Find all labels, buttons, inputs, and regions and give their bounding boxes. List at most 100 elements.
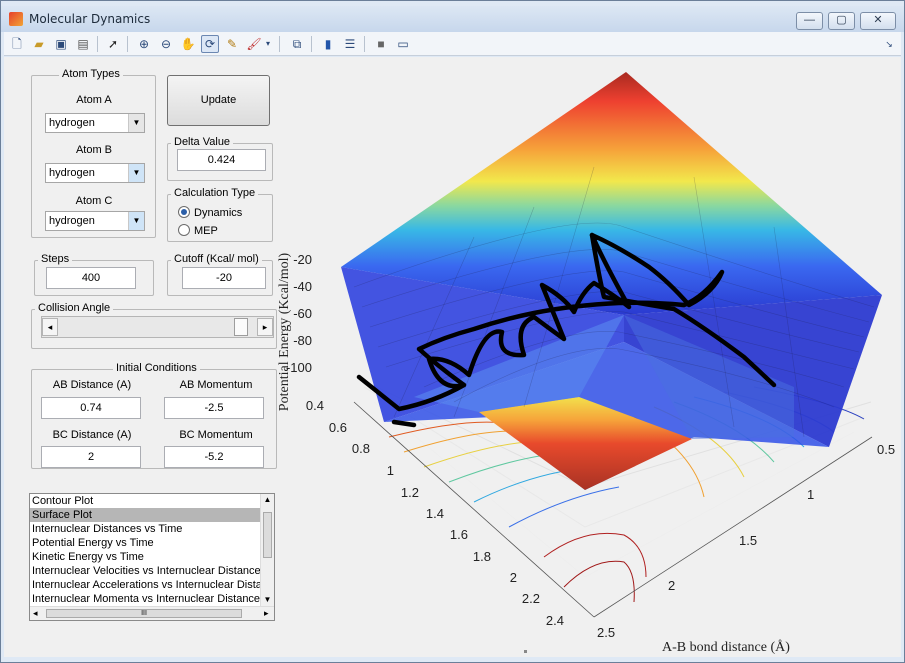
x-tick-label: 2 <box>668 578 675 593</box>
y-tick-label: 0.6 <box>329 420 347 435</box>
data-cursor-icon[interactable]: ✎ <box>223 35 241 53</box>
minimize-button[interactable]: — <box>796 12 823 30</box>
x-axis: 0.5 1 1.5 2 2.5 A-B bond distance (Å) <box>593 436 895 655</box>
toolbar-separator <box>127 36 128 52</box>
window-title: Molecular Dynamics <box>29 12 151 26</box>
ab-momentum-label: AB Momentum <box>179 379 253 391</box>
new-file-icon[interactable]: 🗋 <box>8 35 26 53</box>
ab-distance-label: AB Distance (A) <box>52 379 132 391</box>
dock-arrow-icon[interactable]: ↘ <box>880 35 898 53</box>
save-icon[interactable]: ▣ <box>52 35 70 53</box>
y-tick-label: 2.2 <box>522 591 540 606</box>
y-tick-label: 1.2 <box>401 485 419 500</box>
bc-momentum-label: BC Momentum <box>179 429 253 441</box>
initial-conditions-title: Initial Conditions <box>113 362 200 374</box>
zoom-in-icon[interactable]: ⊕ <box>135 35 153 53</box>
scroll-down-icon[interactable]: ▼ <box>261 594 274 606</box>
toolbar-separator <box>311 36 312 52</box>
zoom-out-icon[interactable]: ⊖ <box>157 35 175 53</box>
slider-right-arrow-icon[interactable]: ▸ <box>257 318 273 336</box>
list-item[interactable]: Kinetic Energy vs Time <box>30 550 274 564</box>
z-tick-label: -40 <box>293 279 312 294</box>
atom-a-select[interactable]: hydrogen ▼ <box>45 113 145 133</box>
brush-dropdown-icon[interactable]: ▾ <box>263 35 273 53</box>
toolbar-separator <box>364 36 365 52</box>
surface-plot-axes[interactable]: -20 -40 -60 -80 -100 Potential Energy (K… <box>274 57 901 657</box>
bc-distance-label: BC Distance (A) <box>52 429 132 441</box>
chevron-down-icon: ▼ <box>128 114 144 132</box>
atom-types-title: Atom Types <box>59 68 123 80</box>
list-item[interactable]: Internuclear Accelerations vs Internucle… <box>30 578 274 592</box>
listbox-vertical-scrollbar[interactable]: ▲ ▼ <box>260 494 274 606</box>
bc-distance-input[interactable]: 2 <box>41 446 141 468</box>
scroll-thumb[interactable] <box>263 512 272 558</box>
cutoff-input[interactable]: -20 <box>182 267 266 289</box>
list-item[interactable]: Potential Energy vs Time <box>30 536 274 550</box>
colorbar-icon[interactable]: ▮ <box>319 35 337 53</box>
show-plot-tools-icon[interactable]: ▭ <box>394 35 412 53</box>
surface-plot-svg: -20 -40 -60 -80 -100 Potential Energy (K… <box>277 72 895 655</box>
atom-a-value: hydrogen <box>49 117 95 129</box>
y-tick-label: 1.6 <box>450 527 468 542</box>
toolbar-separator <box>279 36 280 52</box>
z-tick-label: -80 <box>293 333 312 348</box>
rotate-3d-icon[interactable]: ⟳ <box>201 35 219 53</box>
cutoff-title: Cutoff (Kcal/ mol) <box>171 253 262 265</box>
scroll-left-icon[interactable]: ◂ <box>33 607 38 620</box>
atom-a-label: Atom A <box>76 94 112 106</box>
radio-dynamics-label: Dynamics <box>194 207 243 219</box>
slider-left-arrow-icon[interactable]: ◂ <box>42 318 58 336</box>
slider-thumb[interactable] <box>233 318 248 336</box>
close-button[interactable]: ✕ <box>860 12 896 30</box>
list-item[interactable]: Internuclear Distances vs Time <box>30 522 274 536</box>
y-tick-label: 1 <box>387 463 394 478</box>
chevron-down-icon: ▼ <box>128 164 144 182</box>
list-item-selected[interactable]: Surface Plot <box>30 508 274 522</box>
radio-dynamics[interactable]: Dynamics <box>178 206 242 219</box>
z-tick-label: -60 <box>293 306 312 321</box>
toolbar-separator <box>97 36 98 52</box>
legend-icon[interactable]: ☰ <box>341 35 359 53</box>
calc-type-title: Calculation Type <box>171 187 259 199</box>
y-tick-label: 0.4 <box>306 398 324 413</box>
list-item[interactable]: Internuclear Momenta vs Internuclear Dis… <box>30 592 274 606</box>
scroll-right-icon[interactable]: ▸ <box>264 607 269 620</box>
steps-title: Steps <box>38 253 73 265</box>
open-folder-icon[interactable]: ▰ <box>30 35 48 53</box>
pointer-icon[interactable]: ➚ <box>104 35 122 53</box>
atom-c-select[interactable]: hydrogen ▼ <box>45 211 145 231</box>
x-tick-label: 1.5 <box>739 533 757 548</box>
atom-b-select[interactable]: hydrogen ▼ <box>45 163 145 183</box>
list-item[interactable]: Contour Plot <box>30 494 274 508</box>
atom-c-label: Atom C <box>75 195 113 207</box>
y-tick-label: 1.4 <box>426 506 444 521</box>
update-button[interactable]: Update <box>167 75 270 126</box>
figure-toolbar: 🗋 ▰ ▣ ▤ ➚ ⊕ ⊖ ✋ ⟳ ✎ 🖌 ▾ ⧉ ▮ ☰ ■ ▭ ↘ <box>4 32 901 56</box>
radio-selected-icon <box>178 206 190 218</box>
radio-mep[interactable]: MEP <box>178 224 218 237</box>
scroll-thumb-horizontal[interactable]: III <box>46 609 242 618</box>
hide-plot-tools-icon[interactable]: ■ <box>372 35 390 53</box>
maximize-button[interactable]: ▢ <box>828 12 855 30</box>
surface-mesh <box>341 72 882 490</box>
bc-momentum-input[interactable]: -5.2 <box>164 446 264 468</box>
print-icon[interactable]: ▤ <box>74 35 92 53</box>
ab-distance-input[interactable]: 0.74 <box>41 397 141 419</box>
link-plot-icon[interactable]: ⧉ <box>288 35 306 53</box>
delta-input[interactable]: 0.424 <box>177 149 266 171</box>
scroll-up-icon[interactable]: ▲ <box>261 494 274 506</box>
z-axis-title: Potential Energy (Kcal/mol) <box>277 252 292 411</box>
atom-b-label: Atom B <box>75 144 113 156</box>
z-axis: -20 -40 -60 -80 -100 Potential Energy (K… <box>277 252 312 411</box>
brush-icon[interactable]: 🖌 <box>245 35 263 53</box>
delta-title: Delta Value <box>171 136 234 148</box>
list-item[interactable]: Internuclear Velocities vs Internuclear … <box>30 564 274 578</box>
pan-hand-icon[interactable]: ✋ <box>179 35 197 53</box>
steps-input[interactable]: 400 <box>46 267 136 289</box>
listbox-horizontal-scrollbar[interactable]: ◂ III ▸ <box>30 606 274 620</box>
atom-c-value: hydrogen <box>49 215 95 227</box>
plot-type-listbox[interactable]: Contour Plot Surface Plot Internuclear D… <box>29 493 275 621</box>
ab-momentum-input[interactable]: -2.5 <box>164 397 264 419</box>
figure-client-area: Atom Types Atom A hydrogen ▼ Atom B hydr… <box>4 57 901 657</box>
collision-angle-slider[interactable]: ◂ ▸ <box>41 316 274 338</box>
